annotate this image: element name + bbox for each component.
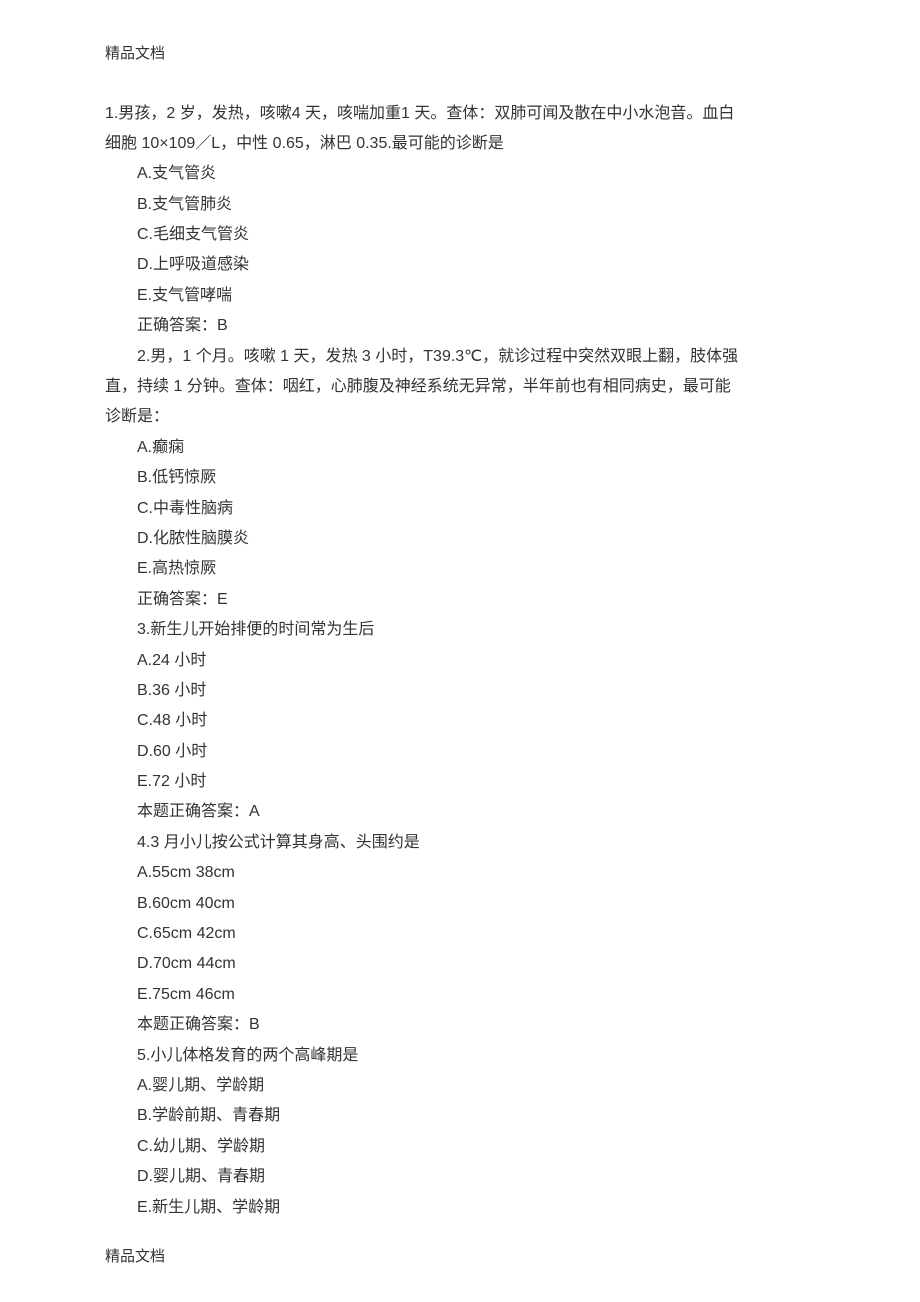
answer: 本题正确答案：B — [105, 1010, 815, 1040]
option-e: E.72 小时 — [105, 767, 815, 797]
footer-label: 精品文档 — [105, 1243, 815, 1272]
question-stem: 5.小儿体格发育的两个高峰期是 — [105, 1041, 815, 1071]
option-e: E.支气管哮喘 — [105, 281, 815, 311]
question-2: 2.男，1 个月。咳嗽 1 天，发热 3 小时，T39.3℃，就诊过程中突然双眼… — [105, 342, 815, 616]
question-stem: 直，持续 1 分钟。查体：咽红，心肺腹及神经系统无异常，半年前也有相同病史，最可… — [105, 372, 815, 402]
option-b: B.学龄前期、青春期 — [105, 1101, 815, 1131]
question-1: 1.男孩，2 岁，发热，咳嗽4 天，咳喘加重1 天。查体：双肺可闻及散在中小水泡… — [105, 99, 815, 342]
question-stem: 2.男，1 个月。咳嗽 1 天，发热 3 小时，T39.3℃，就诊过程中突然双眼… — [105, 342, 815, 372]
option-d: D.70cm 44cm — [105, 949, 815, 979]
question-stem: 细胞 10×109／L，中性 0.65，淋巴 0.35.最可能的诊断是 — [105, 129, 815, 159]
option-a: A.癫痫 — [105, 433, 815, 463]
option-a: A.24 小时 — [105, 646, 815, 676]
option-a: A.支气管炎 — [105, 159, 815, 189]
option-a: A.婴儿期、学龄期 — [105, 1071, 815, 1101]
option-b: B.支气管肺炎 — [105, 190, 815, 220]
option-e: E.75cm 46cm — [105, 980, 815, 1010]
option-b: B.低钙惊厥 — [105, 463, 815, 493]
question-5: 5.小儿体格发育的两个高峰期是 A.婴儿期、学龄期 B.学龄前期、青春期 C.幼… — [105, 1041, 815, 1223]
question-stem: 4.3 月小儿按公式计算其身高、头围约是 — [105, 828, 815, 858]
question-stem: 3.新生儿开始排便的时间常为生后 — [105, 615, 815, 645]
answer: 本题正确答案：A — [105, 797, 815, 827]
content-body: 1.男孩，2 岁，发热，咳嗽4 天，咳喘加重1 天。查体：双肺可闻及散在中小水泡… — [105, 99, 815, 1223]
option-c: C.48 小时 — [105, 706, 815, 736]
option-d: D.婴儿期、青春期 — [105, 1162, 815, 1192]
header-label: 精品文档 — [105, 40, 815, 69]
question-4: 4.3 月小儿按公式计算其身高、头围约是 A.55cm 38cm B.60cm … — [105, 828, 815, 1041]
option-d: D.上呼吸道感染 — [105, 250, 815, 280]
option-c: C.幼儿期、学龄期 — [105, 1132, 815, 1162]
option-d: D.60 小时 — [105, 737, 815, 767]
option-c: C.中毒性脑病 — [105, 494, 815, 524]
answer: 正确答案：B — [105, 311, 815, 341]
option-c: C.65cm 42cm — [105, 919, 815, 949]
question-stem: 1.男孩，2 岁，发热，咳嗽4 天，咳喘加重1 天。查体：双肺可闻及散在中小水泡… — [105, 99, 815, 129]
question-3: 3.新生儿开始排便的时间常为生后 A.24 小时 B.36 小时 C.48 小时… — [105, 615, 815, 828]
option-a: A.55cm 38cm — [105, 858, 815, 888]
option-d: D.化脓性脑膜炎 — [105, 524, 815, 554]
option-c: C.毛细支气管炎 — [105, 220, 815, 250]
question-stem: 诊断是： — [105, 402, 815, 432]
option-b: B.36 小时 — [105, 676, 815, 706]
option-e: E.新生儿期、学龄期 — [105, 1193, 815, 1223]
answer: 正确答案：E — [105, 585, 815, 615]
option-e: E.高热惊厥 — [105, 554, 815, 584]
option-b: B.60cm 40cm — [105, 889, 815, 919]
